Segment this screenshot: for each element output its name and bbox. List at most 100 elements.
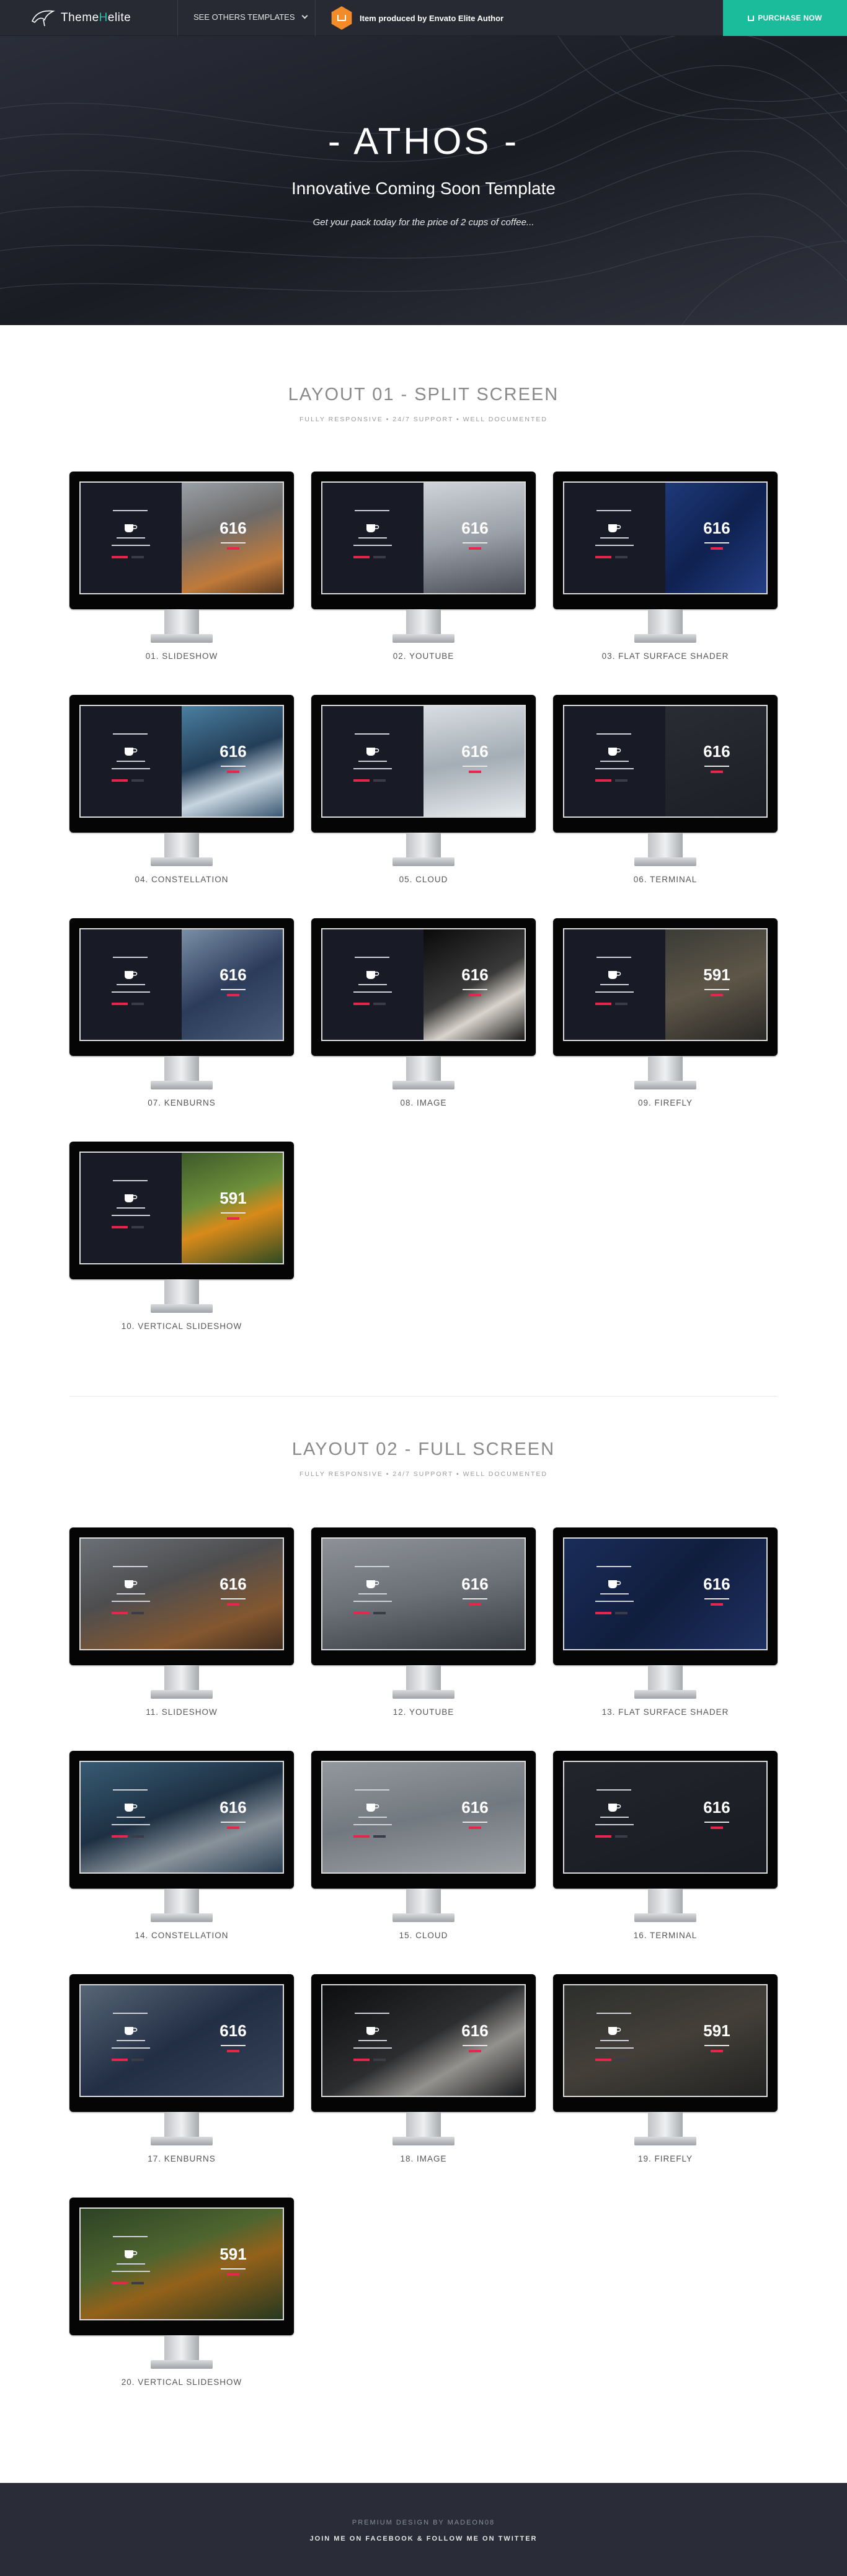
template-card[interactable]: 616 16. TERMINAL <box>553 1751 778 1943</box>
preview-screen[interactable]: 616 <box>79 705 284 818</box>
template-card[interactable]: 616 11. SLIDESHOW <box>69 1527 294 1720</box>
template-card[interactable]: 591 10. VERTICAL SLIDESHOW <box>69 1142 294 1334</box>
template-card[interactable]: 616 18. IMAGE <box>311 1974 536 2167</box>
themehelite-logo[interactable]: ThemeHelite <box>31 9 131 27</box>
template-card[interactable]: 616 12. YOUTUBE <box>311 1527 536 1720</box>
template-label[interactable]: 11. SLIDESHOW <box>69 1707 294 1717</box>
template-label[interactable]: 20. VERTICAL SLIDESHOW <box>69 2377 294 2387</box>
preview-screen[interactable]: 616 <box>321 481 526 594</box>
coffee-cup-icon <box>366 1580 379 1588</box>
template-card[interactable]: 591 20. VERTICAL SLIDESHOW <box>69 2198 294 2390</box>
preview-screen[interactable]: 616 <box>321 705 526 818</box>
preview-screen[interactable]: 591 <box>563 1984 768 2097</box>
template-label[interactable]: 08. IMAGE <box>311 1098 536 1107</box>
preview-image <box>665 483 766 593</box>
template-label[interactable]: 19. FIREFLY <box>553 2154 778 2163</box>
monitor-stand <box>648 2112 683 2138</box>
template-label[interactable]: 03. FLAT SURFACE SHADER <box>553 651 778 661</box>
countdown-caption <box>221 989 246 990</box>
preview-text-line <box>112 1824 150 1825</box>
countdown-caption <box>221 1212 246 1214</box>
monitor-stand <box>648 1889 683 1915</box>
monitor-base <box>634 1913 696 1922</box>
template-label[interactable]: 09. FIREFLY <box>553 1098 778 1107</box>
template-card[interactable]: 616 08. IMAGE <box>311 918 536 1111</box>
template-label[interactable]: 07. KENBURNS <box>69 1098 294 1107</box>
monitor-frame: 616 <box>311 1527 536 1665</box>
preview-screen[interactable]: 591 <box>79 1152 284 1264</box>
template-label[interactable]: 10. VERTICAL SLIDESHOW <box>69 1322 294 1331</box>
template-label[interactable]: 14. CONSTELLATION <box>69 1931 294 1940</box>
countdown-caption <box>704 766 729 767</box>
template-label[interactable]: 04. CONSTELLATION <box>69 875 294 884</box>
template-card[interactable]: 591 19. FIREFLY <box>553 1974 778 2167</box>
monitor-frame: 616 <box>553 695 778 833</box>
preview-screen[interactable]: 616 <box>563 1537 768 1650</box>
preview-text-line <box>113 2013 148 2014</box>
topbar-divider <box>315 0 316 36</box>
preview-more-button <box>131 2282 144 2284</box>
preview-screen[interactable]: 616 <box>321 1537 526 1650</box>
preview-more-button <box>373 1612 386 1614</box>
see-others-templates-dropdown[interactable]: SEE OTHERS TEMPLATES <box>193 12 308 22</box>
preview-image <box>665 706 766 816</box>
preview-text-line <box>117 1593 145 1594</box>
template-label[interactable]: 16. TERMINAL <box>553 1931 778 1940</box>
template-card[interactable]: 616 05. CLOUD <box>311 695 536 887</box>
template-label[interactable]: 05. CLOUD <box>311 875 536 884</box>
template-label[interactable]: 13. FLAT SURFACE SHADER <box>553 1707 778 1717</box>
top-bar: ThemeHelite SEE OTHERS TEMPLATES Item pr… <box>0 0 847 36</box>
preview-notify-button <box>227 1603 239 1606</box>
template-label[interactable]: 01. SLIDESHOW <box>69 651 294 661</box>
preview-screen[interactable]: 616 <box>79 481 284 594</box>
template-card[interactable]: 616 02. YOUTUBE <box>311 472 536 664</box>
preview-text-line <box>112 2047 150 2049</box>
template-card[interactable]: 616 04. CONSTELLATION <box>69 695 294 887</box>
section-divider <box>69 1396 778 1397</box>
preview-screen[interactable]: 616 <box>79 1761 284 1874</box>
template-label[interactable]: 06. TERMINAL <box>553 875 778 884</box>
preview-text-line <box>596 957 631 958</box>
preview-screen[interactable]: 616 <box>321 928 526 1041</box>
template-label[interactable]: 15. CLOUD <box>311 1931 536 1940</box>
preview-text-line <box>113 1180 148 1181</box>
template-card[interactable]: 616 01. SLIDESHOW <box>69 472 294 664</box>
preview-screen[interactable]: 616 <box>321 1761 526 1874</box>
template-card[interactable]: 616 03. FLAT SURFACE SHADER <box>553 472 778 664</box>
preview-text-line <box>112 545 150 546</box>
countdown-number: 616 <box>220 2021 247 2040</box>
preview-screen[interactable]: 616 <box>79 928 284 1041</box>
template-card[interactable]: 616 14. CONSTELLATION <box>69 1751 294 1943</box>
facebook-link[interactable]: JOIN ME ON FACEBOOK <box>310 2535 414 2542</box>
countdown-caption <box>463 766 487 767</box>
preview-screen[interactable]: 616 <box>563 481 768 594</box>
template-card[interactable]: 616 17. KENBURNS <box>69 1974 294 2167</box>
preview-screen[interactable]: 616 <box>563 1761 768 1874</box>
layout1-subtitle: FULLY RESPONSIVE • 24/7 SUPPORT • WELL D… <box>299 416 548 423</box>
preview-screen[interactable]: 591 <box>79 2207 284 2320</box>
preview-image <box>182 483 283 593</box>
preview-screen[interactable]: 591 <box>563 928 768 1041</box>
template-card[interactable]: 616 06. TERMINAL <box>553 695 778 887</box>
template-label[interactable]: 12. YOUTUBE <box>311 1707 536 1717</box>
preview-screen[interactable]: 616 <box>563 705 768 818</box>
preview-screen[interactable]: 616 <box>79 1537 284 1650</box>
purchase-now-button[interactable]: PURCHASE NOW <box>723 0 847 36</box>
template-card[interactable]: 616 13. FLAT SURFACE SHADER <box>553 1527 778 1720</box>
twitter-link[interactable]: FOLLOW ME ON TWITTER <box>427 2535 538 2542</box>
template-label[interactable]: 02. YOUTUBE <box>311 651 536 661</box>
template-label[interactable]: 18. IMAGE <box>311 2154 536 2163</box>
preview-more-button <box>615 1612 627 1614</box>
template-card[interactable]: 616 15. CLOUD <box>311 1751 536 1943</box>
preview-screen[interactable]: 616 <box>321 1984 526 2097</box>
template-card[interactable]: 616 07. KENBURNS <box>69 918 294 1111</box>
preview-screen[interactable]: 616 <box>79 1984 284 2097</box>
cart-icon <box>748 15 755 21</box>
template-label[interactable]: 17. KENBURNS <box>69 2154 294 2163</box>
countdown-caption <box>221 2268 246 2270</box>
preview-more-button <box>373 2059 386 2061</box>
template-card[interactable]: 591 09. FIREFLY <box>553 918 778 1111</box>
coffee-cup-icon <box>366 524 379 532</box>
layout2-title: LAYOUT 02 - FULL SCREEN <box>291 1439 556 1459</box>
preview-more-button <box>131 1226 144 1228</box>
